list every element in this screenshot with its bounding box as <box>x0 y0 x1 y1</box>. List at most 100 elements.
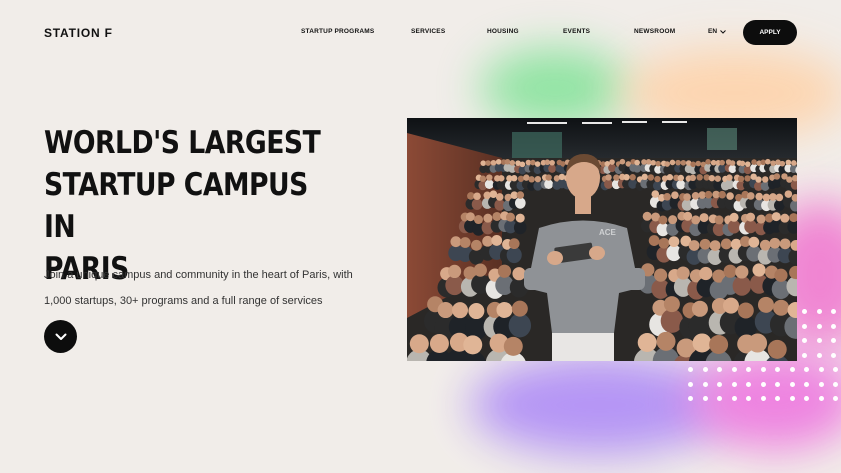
decorative-dot <box>818 396 824 401</box>
audience-member-body <box>608 163 616 173</box>
decorative-dot <box>746 381 751 387</box>
decorative-dot <box>702 396 708 401</box>
audience-member-head <box>683 211 693 221</box>
audience-member-head <box>512 267 526 281</box>
audience-member-head <box>641 173 648 181</box>
audience-member-head <box>459 237 471 248</box>
chevron-down-icon <box>55 333 66 340</box>
scroll-down-button[interactable] <box>44 320 77 353</box>
audience-member-head <box>613 174 620 181</box>
audience-member-head <box>534 175 542 183</box>
audience-member-head <box>669 159 676 166</box>
audience-member-head <box>648 235 660 246</box>
audience-member-head <box>496 301 513 318</box>
decorative-dot <box>833 396 838 401</box>
decorative-dot <box>717 367 722 372</box>
nav-startup-programs[interactable]: STARTUP PROGRAMS <box>301 28 374 35</box>
audience-member-head <box>654 175 661 183</box>
audience-member-body <box>774 199 785 212</box>
decorative-dot <box>760 396 766 401</box>
decorative-dot <box>688 367 693 372</box>
decorative-dot <box>802 338 807 343</box>
apply-button[interactable]: APPLY <box>743 20 797 45</box>
decorative-dot <box>802 323 807 329</box>
nav-services[interactable]: SERVICES <box>411 28 445 35</box>
audience-member-head <box>676 266 690 280</box>
audience-member-head <box>623 173 630 181</box>
audience-member-head <box>773 173 781 180</box>
audience-member-head <box>705 159 711 165</box>
audience-member-head <box>744 161 751 167</box>
hero-subtitle: Join a unique campus and community in th… <box>44 269 353 307</box>
audience-member-head <box>784 190 793 198</box>
decorative-dot <box>816 338 822 343</box>
audience-member-head <box>429 334 449 354</box>
audience-member-head <box>671 191 679 200</box>
nav-housing[interactable]: HOUSING <box>487 28 519 35</box>
decorative-dot <box>760 367 766 372</box>
auditorium-photo-illustration: ACE <box>407 118 797 361</box>
audience-member-head <box>775 193 784 202</box>
audience-member-head <box>771 212 781 222</box>
decorative-dot <box>731 396 737 401</box>
decorative-dot <box>831 309 836 314</box>
audience-member-body <box>496 180 506 190</box>
audience-member-head <box>699 238 711 250</box>
audience-member-head <box>748 333 768 353</box>
audience-member-head <box>719 159 725 166</box>
audience-member-head <box>755 192 763 201</box>
station-f-logo[interactable]: STATION F <box>44 26 113 40</box>
audience-member-head <box>677 174 685 182</box>
decorative-dot <box>816 323 822 329</box>
audience-member-head <box>723 264 737 278</box>
audience-member-head <box>779 160 786 167</box>
audience-member-head <box>504 158 511 165</box>
audience-member-body <box>548 164 557 173</box>
audience-member-head <box>747 192 755 200</box>
audience-member-head <box>780 213 790 223</box>
audience-member-head <box>726 192 734 200</box>
audience-member-head <box>609 159 615 165</box>
audience-member-head <box>629 174 636 181</box>
audience-member-head <box>695 160 702 167</box>
audience-member-head <box>505 212 515 222</box>
audience-member-head <box>691 191 700 200</box>
audience-member-body <box>713 180 723 191</box>
audience-member-head <box>786 176 793 183</box>
audience-member-head <box>762 193 771 202</box>
audience-member-head <box>737 175 745 183</box>
nav-events[interactable]: EVENTS <box>563 28 590 35</box>
decorative-dot <box>818 381 824 387</box>
audience-member-head <box>647 174 655 181</box>
audience-member-head <box>668 236 680 248</box>
audience-member-body <box>744 219 757 234</box>
audience-member-head <box>447 264 462 279</box>
audience-member-body <box>484 179 494 190</box>
audience-member-head <box>490 159 497 166</box>
audience-member-head <box>767 339 787 359</box>
language-selector[interactable]: EN <box>708 28 726 35</box>
audience-member-body <box>724 179 734 190</box>
decorative-dot <box>731 367 737 372</box>
audience-member-head <box>519 161 526 168</box>
audience-member-body <box>471 198 483 210</box>
audience-member-head <box>696 174 703 181</box>
audience-member-head <box>791 160 797 166</box>
decorative-dot <box>833 381 838 387</box>
audience-member-body <box>513 220 527 235</box>
audience-member-head <box>770 160 776 166</box>
audience-member-head <box>744 175 751 182</box>
audience-member-head <box>549 159 555 166</box>
audience-member-head <box>737 302 754 319</box>
audience-member-head <box>497 264 512 278</box>
audience-member-head <box>688 240 700 251</box>
decorative-dot <box>775 396 780 401</box>
nav-newsroom[interactable]: NEWSROOM <box>634 28 675 35</box>
decorative-dot <box>831 352 836 358</box>
audience-member-head <box>726 174 733 181</box>
audience-member-head <box>722 297 739 314</box>
audience-member-head <box>655 160 661 167</box>
decorative-dot <box>804 367 809 372</box>
audience-member-head <box>663 296 680 313</box>
audience-member-head <box>463 335 483 355</box>
